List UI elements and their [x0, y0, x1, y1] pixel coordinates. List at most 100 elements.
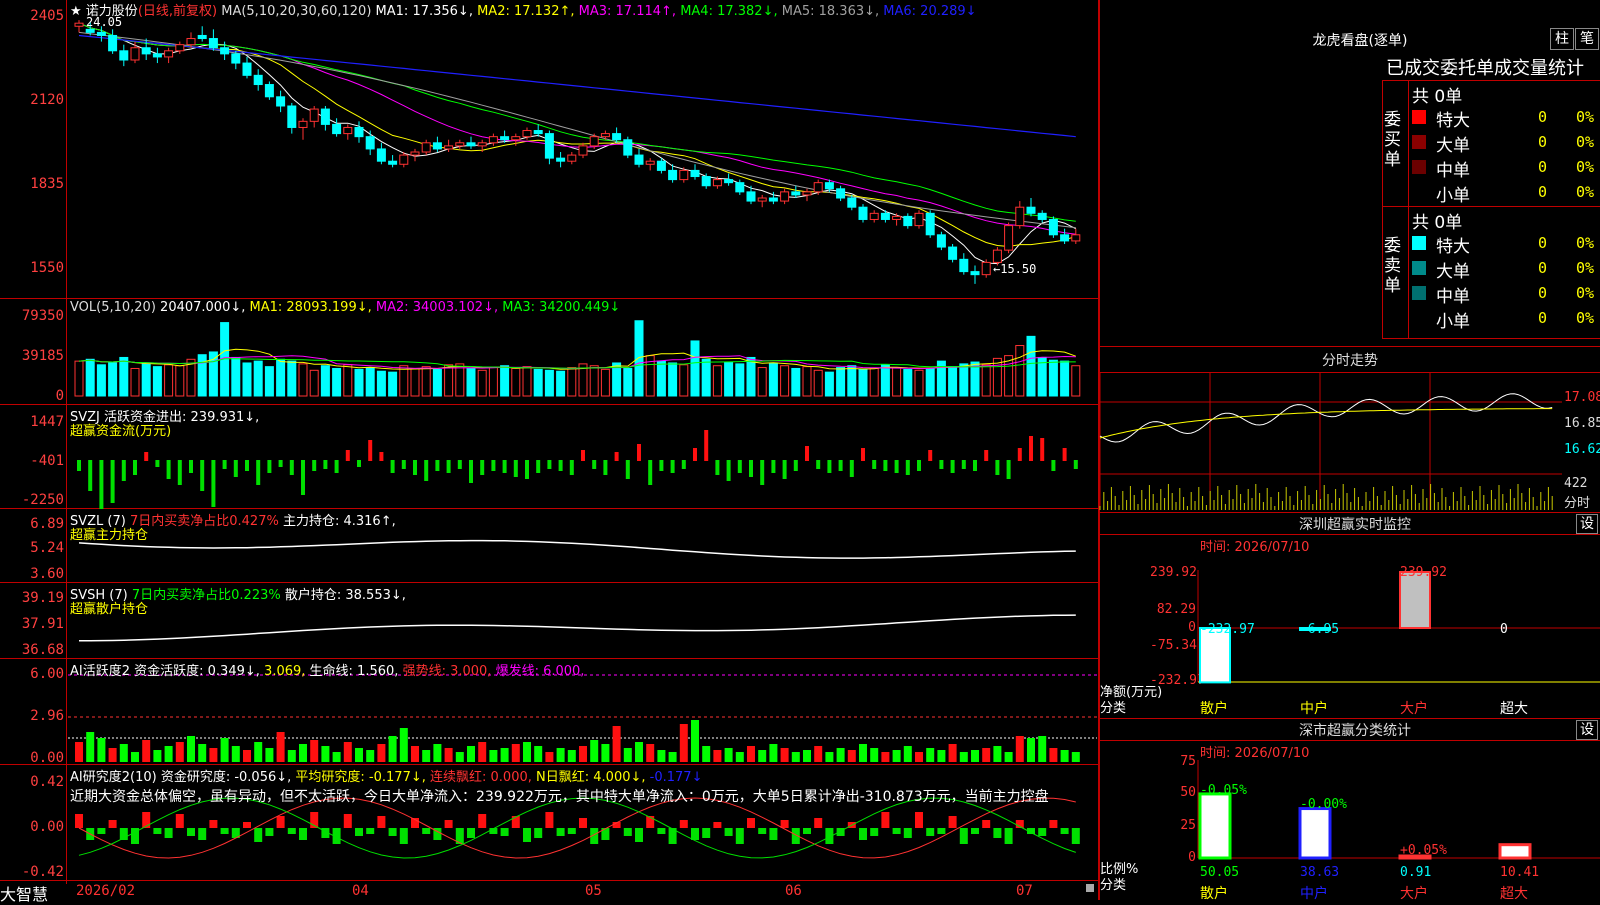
buy-color-swatch	[1412, 135, 1426, 149]
intraday-frame-top	[1100, 372, 1600, 373]
volume-bar	[746, 356, 756, 397]
candle-body	[220, 47, 230, 55]
fund-flow-bar	[648, 460, 653, 485]
buy-row-pct: 0%	[1576, 108, 1595, 126]
candle-body	[197, 34, 207, 40]
svzl-subtitle: 超赢主力持仓	[70, 528, 149, 543]
volume-bar	[108, 362, 118, 397]
class-bar	[1498, 843, 1532, 860]
class-axis-tick: 25	[1180, 818, 1196, 833]
main-holding-line	[78, 539, 1076, 559]
candle-body	[701, 176, 711, 187]
activity-bar	[971, 750, 979, 762]
activity-bar	[870, 748, 879, 762]
activity-bar	[803, 750, 811, 762]
monitor-cat-big: 大户	[1400, 701, 1428, 717]
activity-bar	[108, 748, 117, 762]
activity-bar	[1049, 748, 1058, 762]
sz-class-settings-button[interactable]: 设	[1576, 720, 1598, 740]
class-cat-mid: 中户	[1300, 886, 1328, 902]
intraday-axis-tick: 16.62	[1564, 442, 1600, 457]
research-bar	[220, 828, 229, 834]
fund-flow-bar	[569, 460, 574, 475]
volume-bar	[813, 369, 823, 397]
ai-lifeline: 生命线: 1.560,	[309, 664, 399, 679]
activity-bar	[455, 752, 464, 762]
volume-bar	[589, 365, 599, 397]
volume-bar	[1026, 335, 1036, 397]
period-mode[interactable]: (日线,前复权)	[138, 4, 217, 19]
activity-bar	[388, 736, 397, 762]
class-cat-retail: 散户	[1200, 886, 1228, 902]
candle-body	[130, 47, 140, 61]
fund-flow-bar	[917, 460, 921, 471]
candle-body	[623, 139, 633, 156]
class-axis-tick: 75	[1180, 754, 1196, 769]
candle-body	[813, 182, 823, 193]
fund-flow-bar	[681, 460, 686, 469]
kline-chart-canvas[interactable]	[0, 0, 1100, 900]
activity-bar	[1015, 736, 1024, 762]
ma5-value: MA5: 18.363↓,	[781, 4, 880, 19]
fund-flow-bar	[793, 460, 798, 471]
volume-bar	[623, 367, 633, 397]
activity-bar	[299, 744, 307, 762]
candle-body	[668, 169, 678, 181]
candle-body	[119, 50, 129, 61]
activity-bar	[814, 746, 823, 762]
ma6-value: MA6: 20.289↓	[883, 4, 977, 19]
volume-bar	[444, 364, 454, 397]
research-bar	[343, 814, 352, 828]
svzj-subtitle: 超赢资金流(万元)	[70, 424, 172, 439]
ai-research-extra: -0.177↓	[649, 770, 703, 785]
activity-bar	[612, 726, 621, 762]
ai-strongline: 强势线: 3.000,	[402, 664, 492, 679]
lock-icon[interactable]	[1086, 884, 1094, 892]
fund-flow-bar	[513, 460, 518, 477]
activity-bar	[623, 748, 632, 762]
buy-color-swatch	[1412, 110, 1426, 124]
research-bar	[164, 828, 173, 838]
fund-flow-bar	[469, 460, 473, 483]
candle-body	[164, 50, 174, 58]
fund-flow-bar	[1051, 460, 1056, 471]
fund-flow-bar	[782, 460, 787, 479]
volume-bar	[85, 358, 95, 397]
tab-column-chart[interactable]: 柱	[1550, 28, 1574, 50]
sz-monitor-settings-button[interactable]: 设	[1576, 514, 1598, 534]
candle-body	[242, 62, 252, 76]
volume-bar	[522, 366, 532, 397]
research-bar	[803, 828, 811, 834]
volume-bar	[567, 367, 577, 397]
class-cat-big: 大户	[1400, 886, 1428, 902]
class-top-line	[1100, 718, 1600, 719]
research-bar	[545, 812, 554, 828]
vol-value: 20407.000↓,	[160, 300, 246, 315]
activity-bar	[153, 750, 162, 762]
candle-body	[500, 136, 510, 141]
fund-flow-bar	[357, 460, 361, 467]
volume-bar	[152, 366, 162, 397]
tab-pen-list[interactable]: 笔	[1575, 28, 1599, 50]
fund-flow-bar	[883, 460, 888, 471]
volume-bar	[556, 370, 566, 397]
class-value-label: 50.05	[1200, 865, 1239, 880]
candle-body	[332, 123, 342, 135]
candle-body	[320, 108, 330, 125]
candle-body	[757, 197, 767, 202]
research-bar	[153, 828, 162, 834]
volume-bar	[309, 369, 319, 397]
price-axis-tick: 2405	[30, 8, 64, 24]
fund-flow-bar	[1040, 438, 1045, 461]
activity-bar	[646, 744, 655, 762]
fund-flow-bar	[894, 460, 899, 473]
activity-bar	[859, 744, 867, 762]
volume-bar	[376, 370, 386, 397]
volume-bar	[712, 365, 722, 397]
volume-bar	[925, 367, 935, 397]
fund-flow-bar	[245, 460, 249, 471]
activity-bar	[926, 748, 935, 762]
activity-bar	[489, 750, 498, 762]
candle-body	[970, 271, 980, 276]
price-panel-header: ★ 诺力股份(日线,前复权) MA(5,10,20,30,60,120) MA1…	[70, 0, 977, 19]
